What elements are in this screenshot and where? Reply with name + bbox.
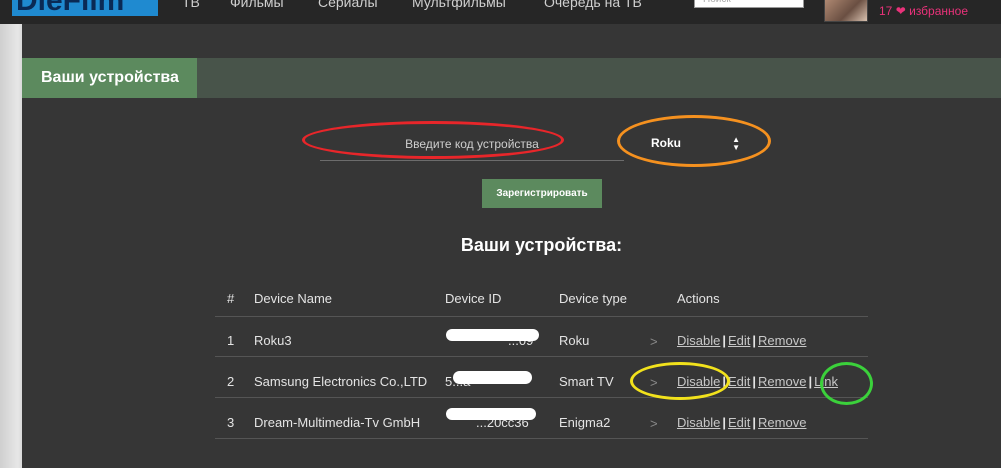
remove-link[interactable]: Remove: [758, 374, 806, 389]
edit-link[interactable]: Edit: [728, 374, 750, 389]
redaction-mark: [446, 329, 539, 341]
nav-item-tv-queue[interactable]: Очередь на ТВ: [544, 0, 642, 10]
device-name: Samsung Electronics Co.,LTD: [254, 374, 428, 389]
disable-link[interactable]: Disable: [677, 374, 720, 389]
remove-link[interactable]: Remove: [758, 333, 806, 348]
redaction-mark: [446, 408, 536, 420]
device-type: Smart TV: [559, 374, 614, 389]
table-header-divider: [215, 316, 868, 317]
register-button[interactable]: Зарегистрировать: [482, 179, 602, 208]
favorites-count: 17: [879, 4, 893, 18]
column-header-actions: Actions: [677, 291, 720, 306]
nav-item-cartoons[interactable]: Мультфильмы: [412, 0, 506, 10]
column-header-device-name: Device Name: [254, 291, 333, 306]
device-code-input[interactable]: [320, 128, 624, 161]
top-search-input[interactable]: Поиск: [694, 0, 804, 8]
device-name: Roku3: [254, 333, 292, 348]
device-type-select[interactable]: Roku ▲ ▼: [640, 129, 748, 157]
device-name: Dream-Multimedia-Tv GmbH: [254, 415, 421, 430]
disable-link[interactable]: Disable: [677, 333, 720, 348]
row-arrow-icon: >: [650, 416, 658, 431]
row-number: 2: [227, 374, 235, 389]
top-navigation-bar: DieFilm TB Фильмы Сериалы Мультфильмы Оч…: [0, 0, 1001, 24]
remove-link[interactable]: Remove: [758, 415, 806, 430]
device-type: Roku: [559, 333, 590, 348]
row-actions: Disable | Edit | Remove: [677, 333, 807, 348]
edit-link[interactable]: Edit: [728, 333, 750, 348]
device-type: Enigma2: [559, 415, 611, 430]
row-actions: Disable | Edit | Remove: [677, 415, 807, 430]
row-divider: [215, 356, 868, 357]
row-divider: [215, 438, 868, 439]
heart-icon: ❤: [895, 4, 906, 18]
favorites-label: избранное: [909, 4, 969, 18]
column-header-device-type: Device type: [559, 291, 627, 306]
row-divider: [215, 397, 868, 398]
select-arrows-icon: ▲ ▼: [732, 135, 740, 152]
row-arrow-icon: >: [650, 334, 658, 349]
user-avatar[interactable]: [824, 0, 868, 22]
row-number: 3: [227, 415, 235, 430]
section-title: Ваши устройства: [22, 58, 197, 98]
edit-link[interactable]: Edit: [728, 415, 750, 430]
disable-link[interactable]: Disable: [677, 415, 720, 430]
column-header-number: #: [227, 291, 235, 306]
nav-item-series[interactable]: Сериалы: [318, 0, 378, 10]
link-link[interactable]: Link: [814, 374, 838, 389]
row-actions: Disable | Edit | Remove | Link: [677, 374, 838, 389]
row-arrow-icon: >: [650, 375, 658, 390]
nav-item-tv[interactable]: TB: [182, 0, 200, 10]
favorites-link[interactable]: 17 ❤ избранное: [879, 4, 968, 18]
device-type-select-value: Roku: [651, 136, 681, 150]
nav-item-movies[interactable]: Фильмы: [230, 0, 284, 10]
column-header-device-id: Device ID: [445, 291, 502, 306]
devices-list-title: Ваши устройства:: [460, 235, 623, 255]
row-number: 1: [227, 333, 235, 348]
redaction-mark: [453, 371, 532, 384]
site-logo[interactable]: DieFilm: [12, 0, 158, 16]
